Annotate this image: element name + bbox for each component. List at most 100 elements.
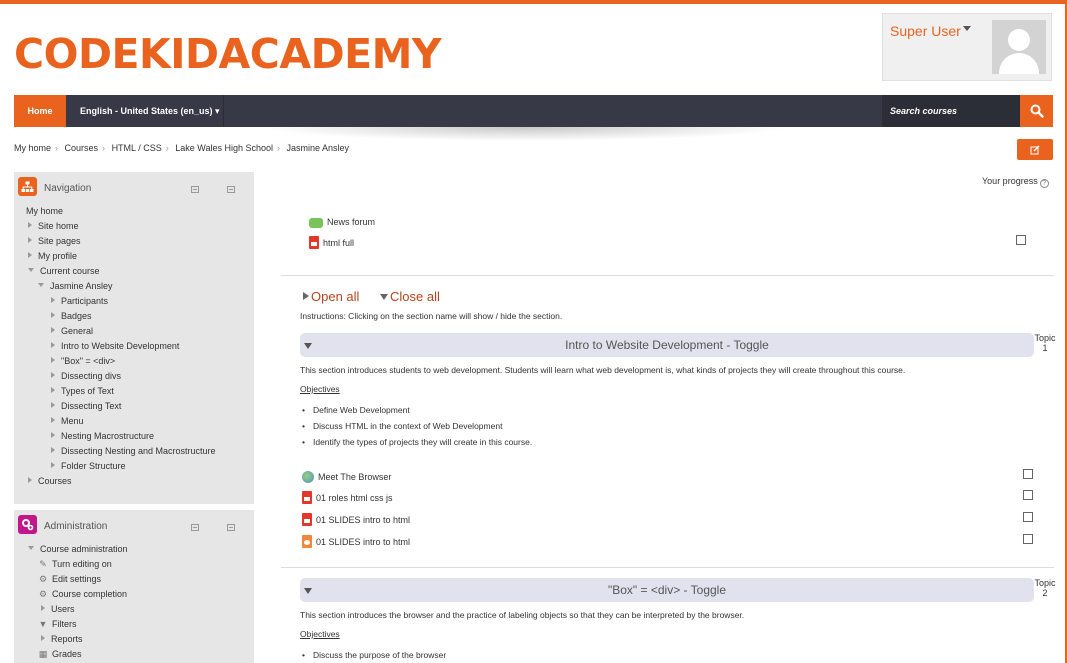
- section-summary: This section introduces students to web …: [300, 365, 906, 375]
- gear-icon: ⚙: [38, 589, 48, 599]
- breadcrumb-course[interactable]: Jasmine Ansley: [287, 143, 350, 153]
- nav-courses[interactable]: Courses: [28, 475, 72, 488]
- your-progress: Your progress?: [982, 176, 1049, 188]
- triangle-right-icon: [303, 292, 309, 300]
- chevron-right-icon: [51, 312, 55, 318]
- objective-item: Discuss the purpose of the browser: [302, 650, 446, 660]
- edit-course-button[interactable]: [1017, 139, 1053, 160]
- topic-label-2: Topic 2: [1033, 578, 1057, 598]
- nav-folder-structure[interactable]: Folder Structure: [51, 460, 126, 473]
- collapse-block-icon[interactable]: [191, 186, 199, 193]
- chevron-down-icon: [28, 268, 34, 272]
- avatar-head: [1008, 29, 1030, 51]
- breadcrumb-html-css[interactable]: HTML / CSS: [112, 143, 162, 153]
- nav-site-home[interactable]: Site home: [28, 220, 79, 233]
- nav-intro[interactable]: Intro to Website Development: [51, 340, 179, 353]
- breadcrumb-courses[interactable]: Courses: [65, 143, 99, 153]
- section-toggle-2[interactable]: "Box" = <div> - Toggle: [300, 578, 1034, 602]
- nav-badges[interactable]: Badges: [51, 310, 92, 323]
- nav-general[interactable]: General: [51, 325, 93, 338]
- triangle-down-icon: [380, 294, 388, 300]
- chevron-right-icon: [51, 387, 55, 393]
- completion-checkbox[interactable]: [1023, 469, 1033, 479]
- chevron-right-icon: [51, 402, 55, 408]
- completion-checkbox[interactable]: [1016, 235, 1026, 245]
- chevron-right-icon: [51, 417, 55, 423]
- site-logo[interactable]: CODEKIDACADEMY: [14, 30, 442, 78]
- admin-course-administration[interactable]: Course administration: [28, 543, 128, 556]
- section-toggle-1[interactable]: Intro to Website Development - Toggle: [300, 333, 1034, 357]
- nav-my-home[interactable]: My home: [26, 205, 63, 218]
- close-all-link[interactable]: Close all: [380, 289, 440, 304]
- topic-label-1: Topic 1: [1033, 333, 1057, 353]
- nav-my-profile[interactable]: My profile: [28, 250, 77, 263]
- breadcrumb-separator: ›: [102, 143, 106, 153]
- nav-home[interactable]: Home: [14, 95, 66, 127]
- gears-icon: [18, 515, 37, 534]
- navigation-block-header: Navigation: [14, 172, 254, 202]
- search-button[interactable]: [1020, 95, 1053, 127]
- activity-slides-intro-pdf[interactable]: 01 SLIDES intro to html: [302, 513, 410, 527]
- pencil-icon: ✎: [39, 559, 47, 569]
- triangle-down-icon: [304, 343, 312, 349]
- avatar[interactable]: [992, 20, 1046, 74]
- breadcrumb-my-home[interactable]: My home: [14, 143, 51, 153]
- nav-site-pages[interactable]: Site pages: [28, 235, 81, 248]
- admin-grades[interactable]: ▦ Grades: [38, 648, 82, 661]
- topic-word: Topic: [1034, 333, 1056, 343]
- activity-slides-intro-ppt[interactable]: 01 SLIDES intro to html: [302, 535, 410, 549]
- html-full-link[interactable]: html full: [309, 236, 354, 250]
- chevron-down-icon: [38, 283, 44, 287]
- nav-jasmine-ansley[interactable]: Jasmine Ansley: [38, 280, 113, 293]
- dock-block-icon[interactable]: [227, 524, 235, 531]
- user-menu[interactable]: Super User: [882, 13, 1052, 81]
- nav-dissecting-divs[interactable]: Dissecting divs: [51, 370, 121, 383]
- nav-types-of-text[interactable]: Types of Text: [51, 385, 114, 398]
- admin-users[interactable]: Users: [41, 603, 75, 616]
- navbar-shadow: [260, 127, 790, 141]
- breadcrumb-school[interactable]: Lake Wales High School: [175, 143, 273, 153]
- language-menu[interactable]: English - United States (en_us) ▾: [66, 95, 224, 127]
- completion-checkbox[interactable]: [1023, 490, 1033, 500]
- nav-dissecting-text[interactable]: Dissecting Text: [51, 400, 121, 413]
- admin-filters[interactable]: ▼ Filters: [38, 618, 77, 631]
- breadcrumb-separator: ›: [55, 143, 59, 153]
- help-icon[interactable]: ?: [1039, 179, 1049, 188]
- nav-nesting-macro[interactable]: Nesting Macrostructure: [51, 430, 154, 443]
- objective-item: Define Web Development: [302, 405, 410, 415]
- topic-number: 1: [1042, 343, 1048, 353]
- news-forum-link[interactable]: News forum: [309, 215, 375, 229]
- main-navbar: Home English - United States (en_us) ▾ S…: [14, 95, 1053, 127]
- nav-dissecting-nesting[interactable]: Dissecting Nesting and Macrostructure: [51, 445, 216, 458]
- completion-checkbox[interactable]: [1023, 512, 1033, 522]
- sitemap-icon: [18, 177, 37, 196]
- nav-current-course[interactable]: Current course: [28, 265, 100, 278]
- user-name[interactable]: Super User: [890, 23, 961, 39]
- avatar-body: [999, 53, 1039, 74]
- open-all-link[interactable]: Open all: [303, 289, 359, 304]
- chevron-right-icon: [51, 462, 55, 468]
- forum-icon: [309, 218, 323, 228]
- nav-box-div[interactable]: "Box" = <div>: [51, 355, 115, 368]
- search-input[interactable]: Search courses: [882, 95, 1020, 127]
- completion-checkbox[interactable]: [1023, 534, 1033, 544]
- section-title: Intro to Website Development - Toggle: [565, 338, 769, 352]
- nav-participants[interactable]: Participants: [51, 295, 108, 308]
- admin-edit-settings[interactable]: ⚙ Edit settings: [38, 573, 101, 586]
- dock-block-icon[interactable]: [227, 186, 235, 193]
- nav-menu[interactable]: Menu: [51, 415, 84, 428]
- activity-meet-the-browser[interactable]: Meet The Browser: [302, 470, 391, 484]
- chevron-right-icon: [51, 432, 55, 438]
- admin-turn-editing-on[interactable]: ✎ Turn editing on: [38, 558, 112, 571]
- collapse-block-icon[interactable]: [191, 524, 199, 531]
- search-icon: [1030, 104, 1044, 118]
- chevron-right-icon: [51, 342, 55, 348]
- admin-course-completion[interactable]: ⚙ Course completion: [38, 588, 127, 601]
- pencil-square-icon: [1030, 145, 1040, 154]
- section-divider: [281, 567, 1054, 568]
- activity-roles-html-css-js[interactable]: 01 roles html css js: [302, 491, 393, 505]
- triangle-down-icon: [304, 588, 312, 594]
- caret-down-icon[interactable]: [963, 26, 971, 31]
- admin-reports[interactable]: Reports: [41, 633, 83, 646]
- pdf-file-icon: [302, 491, 312, 504]
